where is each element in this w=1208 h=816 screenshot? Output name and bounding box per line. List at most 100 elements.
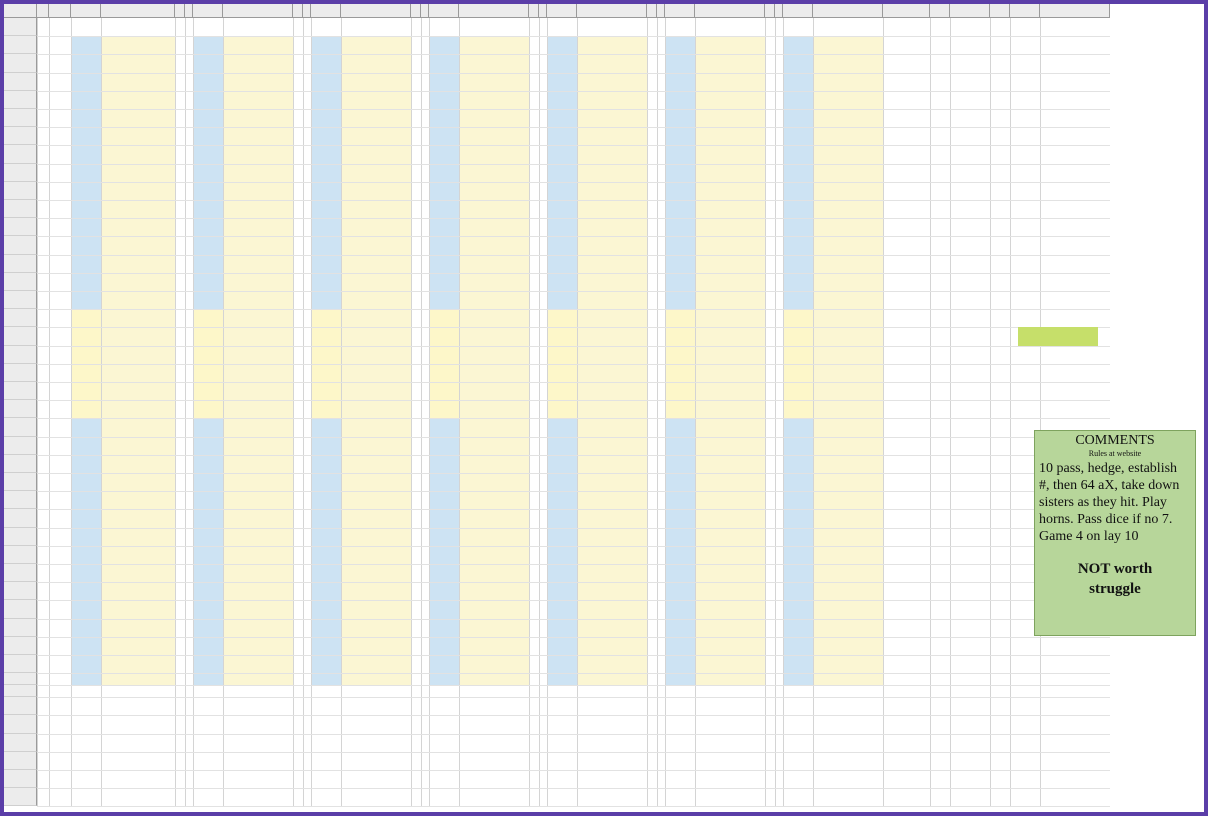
row-header-6[interactable] — [4, 109, 37, 128]
roll-label[interactable] — [665, 600, 695, 618]
column-header-v[interactable] — [657, 4, 665, 18]
roll-label[interactable] — [71, 273, 101, 291]
roll-combo[interactable] — [883, 273, 930, 291]
roll-label[interactable] — [193, 127, 223, 145]
roll-label[interactable] — [311, 619, 341, 637]
roll-count[interactable] — [341, 418, 412, 436]
roll-combo[interactable] — [883, 619, 930, 637]
roll-combo[interactable] — [883, 291, 930, 309]
column-header-r[interactable] — [539, 4, 547, 18]
roll-count[interactable] — [223, 600, 294, 618]
block-number[interactable] — [657, 18, 665, 36]
roll-label[interactable] — [665, 236, 695, 254]
roll-label[interactable] — [429, 528, 459, 546]
roll-combo[interactable] — [883, 182, 930, 200]
row-header-40[interactable] — [4, 715, 37, 734]
roll-label[interactable] — [71, 91, 101, 109]
roll-label[interactable] — [665, 673, 695, 685]
column-header-d[interactable] — [101, 4, 175, 18]
roll-label[interactable] — [311, 528, 341, 546]
roll-label[interactable] — [665, 73, 695, 91]
roll-count[interactable] — [101, 327, 176, 345]
row-header-21[interactable] — [4, 382, 37, 401]
hit-marker[interactable] — [303, 236, 311, 254]
roll-combo[interactable] — [883, 73, 930, 91]
roll-label[interactable] — [665, 491, 695, 509]
row-header-12[interactable] — [4, 218, 37, 237]
hardway-total[interactable] — [1040, 145, 1112, 163]
shooter-name[interactable] — [1010, 400, 1110, 418]
roll-label[interactable] — [547, 91, 577, 109]
roll-label[interactable] — [783, 54, 813, 72]
roll-label[interactable] — [665, 528, 695, 546]
column-header-b[interactable] — [49, 4, 71, 18]
row-header-42[interactable] — [4, 751, 37, 770]
roll-combo[interactable] — [883, 491, 930, 509]
roll-label[interactable] — [71, 491, 101, 509]
roll-label[interactable] — [429, 600, 459, 618]
hit-marker[interactable] — [421, 273, 429, 291]
hit-marker[interactable] — [539, 109, 547, 127]
roll-label[interactable] — [547, 255, 577, 273]
roll-label[interactable] — [71, 637, 101, 655]
block-letter[interactable] — [293, 18, 303, 36]
roll-label[interactable] — [429, 327, 459, 345]
summary-total[interactable] — [341, 685, 411, 697]
roll-count[interactable] — [459, 73, 530, 91]
roll-label[interactable] — [665, 91, 695, 109]
roll-label[interactable] — [193, 309, 223, 327]
combo-count[interactable] — [930, 582, 950, 600]
roll-label[interactable] — [783, 491, 813, 509]
roll-label[interactable] — [429, 91, 459, 109]
roll-label[interactable] — [783, 182, 813, 200]
roll-label[interactable] — [783, 619, 813, 637]
roll-label[interactable] — [547, 564, 577, 582]
roll-label[interactable] — [71, 437, 101, 455]
roll-label[interactable] — [193, 182, 223, 200]
summary-zero[interactable] — [293, 685, 303, 697]
shooter-note[interactable] — [459, 715, 529, 733]
roll-label[interactable] — [547, 491, 577, 509]
roll-label[interactable] — [429, 346, 459, 364]
combo-count[interactable] — [930, 400, 950, 418]
shooter-note[interactable] — [813, 697, 883, 715]
roll-combo[interactable] — [883, 91, 930, 109]
roll-combo[interactable] — [883, 673, 930, 685]
roll-label[interactable] — [71, 291, 101, 309]
number-tally[interactable] — [1010, 91, 1070, 109]
combo-count[interactable] — [930, 309, 950, 327]
shooter-note[interactable] — [341, 770, 411, 788]
roll-label[interactable] — [71, 509, 101, 527]
row-header-4[interactable] — [4, 72, 37, 91]
roll-label[interactable] — [429, 655, 459, 673]
roll-count[interactable] — [341, 600, 412, 618]
roll-label[interactable] — [193, 273, 223, 291]
combo-count[interactable] — [930, 36, 950, 54]
roll-label[interactable] — [311, 491, 341, 509]
combo-count[interactable] — [930, 236, 950, 254]
combo-count[interactable] — [930, 491, 950, 509]
column-header-e[interactable] — [175, 4, 185, 18]
roll-count[interactable] — [341, 36, 412, 54]
row-header-35[interactable] — [4, 636, 37, 655]
roll-label[interactable] — [429, 273, 459, 291]
roll-label[interactable] — [547, 382, 577, 400]
roll-label[interactable] — [783, 455, 813, 473]
column-header-f[interactable] — [185, 4, 193, 18]
hardway-count[interactable] — [950, 145, 1010, 163]
roll-count[interactable] — [223, 54, 294, 72]
roll-label[interactable] — [783, 273, 813, 291]
roll-label[interactable] — [547, 145, 577, 163]
roll-label[interactable] — [71, 473, 101, 491]
roll-label[interactable] — [547, 600, 577, 618]
roll-label[interactable] — [783, 164, 813, 182]
roll-label[interactable] — [71, 127, 101, 145]
roll-label[interactable] — [547, 346, 577, 364]
summary-total[interactable] — [813, 685, 883, 697]
combo-count[interactable] — [930, 619, 950, 637]
roll-label[interactable] — [311, 655, 341, 673]
column-header-u[interactable] — [647, 4, 657, 18]
roll-count[interactable] — [101, 600, 176, 618]
roll-count[interactable] — [341, 346, 412, 364]
block-total[interactable] — [459, 18, 529, 36]
